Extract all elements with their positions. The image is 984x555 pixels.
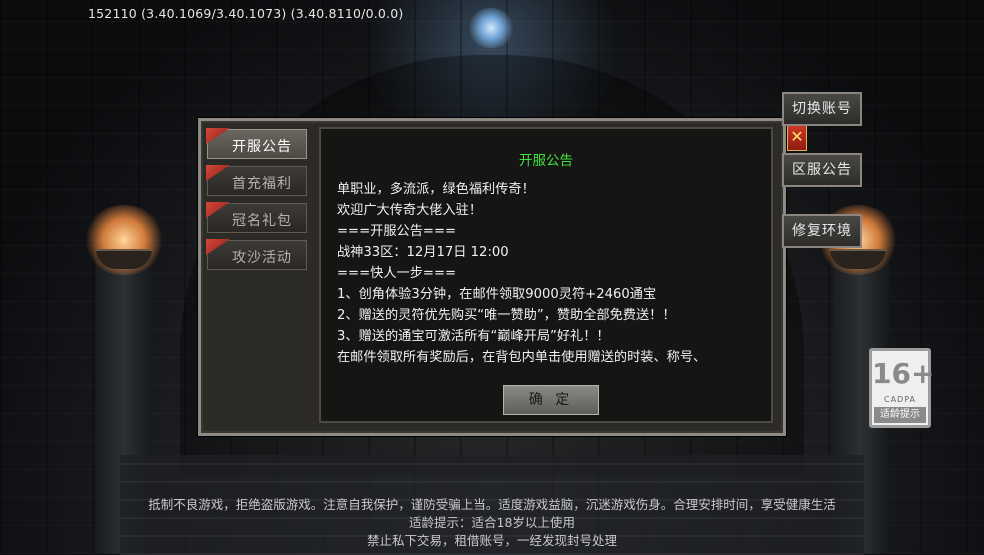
notice-line: ===快人一步=== [337, 266, 457, 281]
tab-opening-notice[interactable]: 开服公告 [206, 128, 307, 159]
age-rating-org: CADPA [883, 395, 916, 404]
ceiling-light [466, 8, 516, 48]
notice-content[interactable]: 开服公告 单职业，多流派，绿色福利传奇！ 欢迎广大传奇大佬入驻！ ===开服公告… [319, 127, 773, 423]
close-button[interactable]: ✕ [787, 123, 807, 151]
notice-title: 开服公告 [519, 153, 573, 169]
tab-label: 攻沙活动 [232, 250, 292, 266]
age-rating-tip: 适龄提示 [874, 407, 926, 423]
version-text: 152110 (3.40.1069/3.40.1073) (3.40.8110/… [88, 6, 404, 21]
tab-label: 冠名礼包 [232, 213, 292, 229]
server-notice-button[interactable]: 区服公告 [782, 153, 862, 187]
ribbon-icon [206, 128, 230, 144]
ribbon-icon [206, 202, 230, 218]
tab-siege-event[interactable]: 攻沙活动 [206, 239, 307, 270]
notice-line: 战神33区：12月17日 12:00 [337, 245, 509, 260]
ribbon-icon [206, 165, 230, 181]
left-lamp [84, 205, 164, 275]
tab-sponsor-pack[interactable]: 冠名礼包 [206, 202, 307, 233]
notice-line: 1、创角体验3分钟，在邮件领取9000灵符+2460通宝 [337, 287, 657, 302]
tab-label: 首充福利 [232, 176, 292, 192]
repair-environment-button[interactable]: 修复环境 [782, 214, 862, 248]
notice-line: 2、赠送的灵符优先购买“唯一赞助”，赞助全部免费送！！ [337, 308, 676, 323]
age-notice-line: 适龄提示：适合18岁以上使用 [409, 515, 575, 530]
tab-label: 开服公告 [232, 139, 292, 155]
confirm-button[interactable]: 确 定 [503, 385, 599, 415]
age-rating-badge: 16+ CADPA 适龄提示 [869, 348, 935, 428]
notice-body: 单职业，多流派，绿色福利传奇！ 欢迎广大传奇大佬入驻！ ===开服公告=== 战… [337, 179, 767, 368]
ribbon-icon [206, 239, 230, 255]
trade-warning-line: 禁止私下交易，租借账号，一经发现封号处理 [366, 533, 617, 548]
notice-line: 单职业，多流派，绿色福利传奇！ [337, 182, 535, 197]
tab-first-recharge[interactable]: 首充福利 [206, 165, 307, 196]
switch-account-button[interactable]: 切换账号 [782, 92, 862, 126]
notice-line: ===开服公告=== [337, 224, 457, 239]
notice-line: 在邮件领取所有奖励后，在背包内单击使用赠送的时装、称号、 [337, 350, 707, 365]
notice-line: 欢迎广大传奇大佬入驻！ [337, 203, 483, 218]
health-notice-line: 抵制不良游戏，拒绝盗版游戏。注意自我保护，谨防受骗上当。适度游戏益脑，沉迷游戏伤… [148, 497, 836, 512]
age-rating-number: 16+ [872, 357, 935, 390]
tab-list: 开服公告 首充福利 冠名礼包 攻沙活动 [206, 128, 313, 277]
notice-dialog: 开服公告 首充福利 冠名礼包 攻沙活动 开服公告 单职业，多流派，绿色福利传奇！… [198, 118, 786, 436]
notice-line: 3、赠送的通宝可激活所有“巅峰开局”好礼！！ [337, 329, 610, 344]
